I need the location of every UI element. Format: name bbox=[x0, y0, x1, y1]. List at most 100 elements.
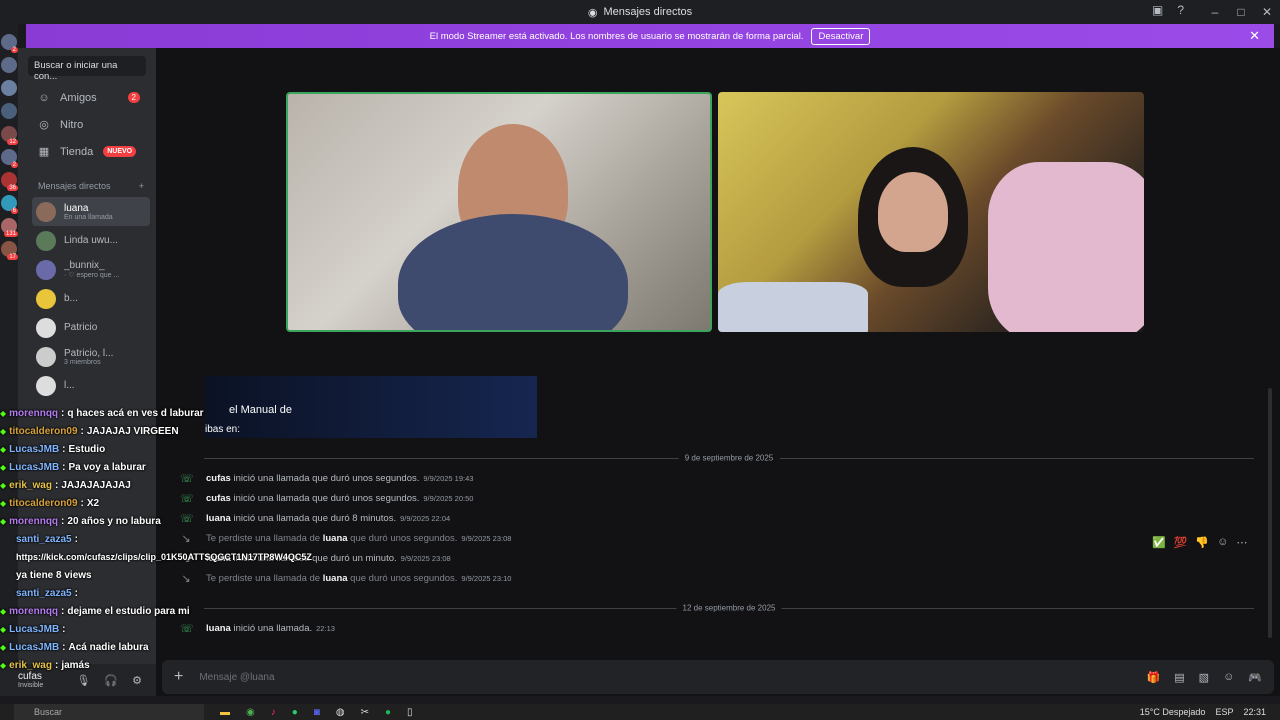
tiktok-icon[interactable]: ♪ bbox=[271, 707, 276, 718]
check-reaction-icon[interactable]: ✅ bbox=[1152, 536, 1166, 549]
close-window-button[interactable]: ✕ bbox=[1254, 5, 1280, 19]
avatar bbox=[36, 230, 56, 251]
server-icon[interactable]: 36 bbox=[1, 172, 18, 191]
maximize-button[interactable]: □ bbox=[1228, 5, 1254, 19]
server-icon[interactable]: 17 bbox=[1, 241, 18, 260]
chat-line: santi_zaza5: bbox=[16, 533, 78, 545]
chat-line: ◆ titocalderon09: JAJAJAJ VIRGEEN bbox=[0, 425, 179, 437]
windows-taskbar: Buscar ▬ ◉ ♪ ● ◙ ◍ ✂ ● ▯ 15°C Despejado … bbox=[0, 704, 1280, 720]
friends-icon: ☺ bbox=[38, 91, 50, 104]
clock[interactable]: 22:31 bbox=[1243, 707, 1266, 717]
more-icon[interactable]: ⋯ bbox=[1236, 536, 1247, 549]
nitro-icon: ◎ bbox=[39, 119, 49, 131]
spotify-icon[interactable]: ● bbox=[385, 707, 391, 718]
taskbar-search[interactable]: Buscar bbox=[14, 704, 204, 720]
server-icon[interactable] bbox=[1, 57, 17, 73]
stream-overlay-card: el Manual de ibas en: bbox=[205, 376, 537, 438]
language-indicator[interactable]: ESP bbox=[1215, 707, 1233, 717]
person-shape bbox=[718, 282, 868, 332]
notepad-icon[interactable]: ▯ bbox=[407, 707, 413, 718]
discord-taskbar-icon[interactable]: ◙ bbox=[314, 707, 320, 718]
thumbs-down-icon[interactable]: 👎 bbox=[1195, 536, 1209, 549]
date-divider: 9 de septiembre de 2025 bbox=[204, 453, 1254, 463]
emoji-icon[interactable]: ☺ bbox=[1223, 671, 1234, 684]
discord-icon: ◉ bbox=[587, 6, 598, 19]
avatar bbox=[36, 201, 56, 222]
file-explorer-icon[interactable]: ▬ bbox=[220, 707, 230, 718]
gear-icon[interactable]: ⚙ bbox=[132, 674, 142, 687]
message-composer[interactable]: + Mensaje @luana 🎁 ▤ ▧ ☺ 🎮 bbox=[162, 660, 1274, 694]
dm-item[interactable]: Patricio bbox=[18, 313, 150, 342]
person-shape bbox=[878, 172, 948, 252]
nav-shop[interactable]: ▦ Tienda NUEVO bbox=[18, 138, 156, 165]
dm-item-luana[interactable]: luana En una llamada bbox=[32, 197, 150, 226]
window-title: ◉ Mensajes directos bbox=[587, 6, 693, 19]
chrome-icon[interactable]: ◉ bbox=[246, 707, 255, 718]
obs-icon[interactable]: ◍ bbox=[336, 707, 345, 718]
whatsapp-icon[interactable]: ● bbox=[292, 707, 298, 718]
server-icon[interactable] bbox=[1, 103, 17, 119]
inbox-icon[interactable]: ▣ bbox=[1152, 3, 1163, 17]
avatar bbox=[36, 288, 56, 309]
person-shape bbox=[398, 214, 628, 330]
message-actions: ✅ 💯 👎 ☺ ⋯ bbox=[1152, 536, 1247, 549]
server-icon[interactable]: 131 bbox=[1, 218, 18, 237]
capcut-icon[interactable]: ✂ bbox=[361, 707, 369, 718]
sticker-icon[interactable]: ▧ bbox=[1199, 671, 1209, 684]
person-shape bbox=[988, 162, 1144, 332]
gift-icon[interactable]: 🎁 bbox=[1147, 671, 1161, 684]
nav-nitro[interactable]: ◎ Nitro bbox=[18, 111, 156, 138]
dm-item[interactable]: l... bbox=[18, 371, 150, 400]
video-tile-self[interactable] bbox=[286, 92, 712, 332]
chat-line: ◆ titocalderon09: X2 bbox=[0, 497, 100, 509]
dm-item[interactable]: _bunnix_ · ♡ espero que ... bbox=[18, 255, 150, 284]
chat-line: ◆ morennqq:20 años y no labura bbox=[0, 515, 161, 527]
chat-line: ◆ morennqq: q haces acá en ves d laburar bbox=[0, 407, 204, 419]
stream-chat-overlay: ◆ morennqq: q haces acá en ves d laburar ◆… bbox=[0, 404, 312, 674]
chat-line: ◆ morennqq: dejame el estudio para mi bbox=[0, 605, 190, 617]
dm-item[interactable]: Patricio, l... 3 miembros bbox=[18, 342, 150, 371]
weather-widget[interactable]: 15°C Despejado bbox=[1140, 707, 1206, 717]
add-dm-icon[interactable]: + bbox=[139, 181, 144, 191]
avatar bbox=[36, 259, 56, 280]
chat-line: ya tiene 8 views bbox=[16, 569, 92, 581]
new-badge: NUEVO bbox=[103, 146, 137, 157]
activity-icon[interactable]: 🎮 bbox=[1248, 671, 1262, 684]
avatar bbox=[36, 375, 56, 396]
chat-line: ◆ LucasJMB: Pa voy a laburar bbox=[0, 461, 146, 473]
dm-header: Mensajes directos + bbox=[38, 181, 144, 191]
shop-icon: ▦ bbox=[38, 146, 50, 158]
title-bar: ◉ Mensajes directos ▣ ? – □ ✕ bbox=[0, 0, 1280, 24]
scrollbar[interactable] bbox=[1268, 388, 1272, 638]
server-icon[interactable]: 2 bbox=[1, 149, 18, 168]
chat-line: santi_zaza5: bbox=[16, 587, 78, 599]
headphones-icon[interactable]: 🎧 bbox=[104, 674, 118, 687]
server-icon[interactable]: 12 bbox=[1, 126, 18, 145]
chat-line: ◆ erik_wag: JAJAJAJAJAJ bbox=[0, 479, 131, 491]
microphone-icon[interactable]: 🎙 bbox=[76, 674, 90, 687]
server-icon[interactable] bbox=[1, 80, 17, 96]
gif-icon[interactable]: ▤ bbox=[1174, 671, 1184, 684]
nav-friends[interactable]: ☺ Amigos 2 bbox=[18, 84, 156, 111]
add-reaction-icon[interactable]: ☺ bbox=[1217, 536, 1228, 549]
close-icon[interactable]: ✕ bbox=[1249, 28, 1260, 44]
chat-line: ◆ erik_wag: jamás bbox=[0, 659, 90, 671]
minimize-button[interactable]: – bbox=[1202, 5, 1228, 19]
hundred-reaction-icon[interactable]: 💯 bbox=[1174, 536, 1188, 549]
avatar bbox=[36, 346, 56, 367]
dm-item[interactable]: Linda uwu... bbox=[18, 226, 150, 255]
help-icon[interactable]: ? bbox=[1177, 3, 1184, 17]
avatar bbox=[36, 317, 56, 338]
call-area: el Manual de ibas en: 9 de septiembre de… bbox=[156, 48, 1280, 696]
server-icon[interactable]: 6 bbox=[1, 195, 18, 214]
friends-badge: 2 bbox=[127, 92, 140, 103]
server-icon[interactable]: 2 bbox=[1, 34, 18, 53]
video-tile-luana[interactable] bbox=[718, 92, 1144, 332]
chat-line: ◆ LucasJMB: Acá nadie labura bbox=[0, 641, 149, 653]
dm-item[interactable]: b... bbox=[18, 284, 150, 313]
disable-streamer-button[interactable]: Desactivar bbox=[811, 27, 871, 45]
chat-line: ◆ LucasJMB: Estudio bbox=[0, 443, 106, 455]
search-input[interactable]: Buscar o iniciar una con... bbox=[28, 56, 146, 82]
user-status: Invisible bbox=[18, 682, 44, 689]
streamer-mode-banner: El modo Streamer está activado. Los nomb… bbox=[26, 24, 1274, 48]
